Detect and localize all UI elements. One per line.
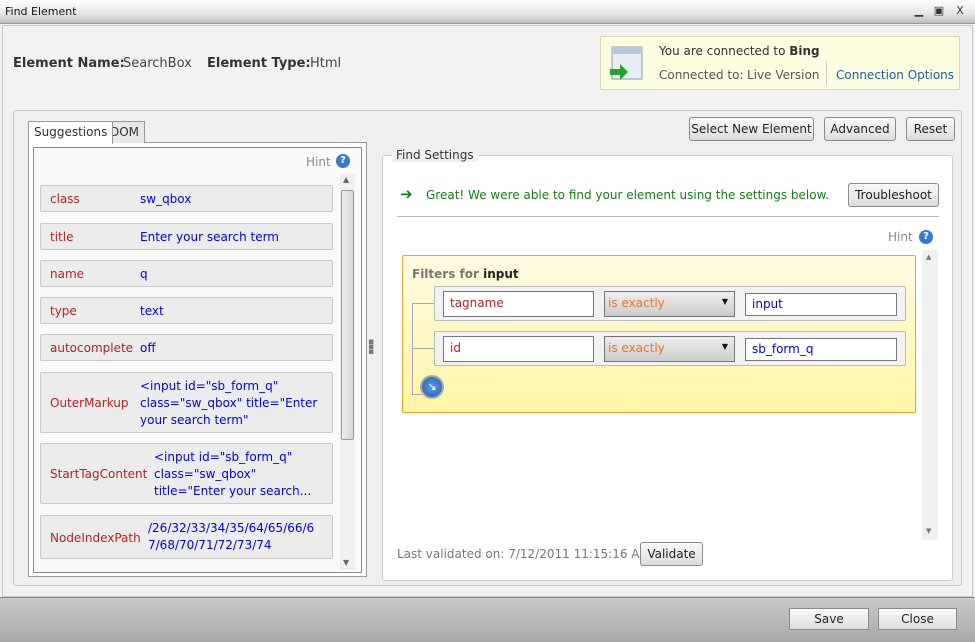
validate-button[interactable]: Validate — [640, 542, 703, 566]
success-arrow-icon: ➔ — [400, 185, 413, 203]
filter-value-input[interactable]: input — [745, 293, 897, 316]
close-button[interactable]: Close — [878, 608, 957, 630]
suggestion-key: title — [50, 230, 74, 244]
tree-line — [412, 303, 413, 395]
suggestion-value: Enter your search term — [140, 230, 279, 244]
filter-operator-select[interactable]: is exactly ▼ — [604, 291, 735, 317]
filter-value-input[interactable]: sb_form_q — [745, 338, 897, 361]
suggestion-key: autocomplete — [50, 341, 134, 355]
element-name-label: Element Name: — [13, 56, 125, 71]
filter-row: id is exactly ▼ sb_form_q — [434, 331, 906, 366]
suggestion-item[interactable]: type text — [40, 297, 333, 324]
connection-panel: You are connected to Bing Connected to: … — [600, 36, 960, 90]
suggestion-value: sw_qbox — [140, 192, 192, 206]
filter-attribute-input[interactable]: id — [443, 336, 594, 362]
filter-operator-value: is exactly — [608, 296, 665, 310]
suggestion-key: StartTagContent — [50, 467, 148, 481]
dropdown-arrow-icon: ▼ — [721, 342, 728, 351]
suggestion-item[interactable]: StartTagContent <input id="sb_form_q" cla… — [40, 443, 333, 504]
filters-target: input — [483, 267, 519, 281]
suggestion-value: <input id="sb_form_q" class="sw_qbox" ti… — [154, 450, 312, 498]
reset-button[interactable]: Reset — [906, 117, 955, 141]
title-bar: Find Element ▁ ▣ X — [0, 0, 975, 24]
suggestion-key: NodeIndexPath — [50, 531, 141, 545]
connected-to-value: Live Version — [747, 68, 820, 82]
filters-prefix: Filters for — [412, 267, 484, 281]
status-message: Great! We were able to find your element… — [426, 188, 830, 202]
advanced-button[interactable]: Advanced — [824, 117, 896, 141]
suggestion-item[interactable]: NodeIndexPath/26/32/33/34/35/64/65/66/67… — [40, 515, 333, 559]
window-title: Find Element — [5, 5, 77, 18]
connection-options-link[interactable]: Connection Options — [836, 68, 954, 82]
tab-suggestions[interactable]: Suggestions — [28, 121, 114, 144]
hint-label: Hint — [888, 230, 913, 244]
connected-site: Bing — [789, 44, 820, 58]
suggestion-key: class — [50, 192, 80, 206]
troubleshoot-button[interactable]: Troubleshoot — [848, 183, 939, 207]
suggestions-list[interactable]: Hint ? class sw_qbox title Enter your sear… — [33, 147, 362, 573]
dropdown-arrow-icon: ▼ — [721, 297, 728, 306]
splitter-grip-icon[interactable]: ▪ ▪ ▪ — [368, 338, 374, 357]
browser-window-icon — [610, 46, 643, 80]
filters-scrollbar[interactable]: ▲ ▼ — [922, 250, 938, 540]
close-icon[interactable]: X — [953, 4, 967, 17]
scroll-up-icon[interactable]: ▲ — [926, 253, 931, 261]
find-settings-title: Find Settings — [392, 148, 478, 162]
last-validated-text: Last validated on: 7/12/2011 11:15:16 AM — [397, 547, 650, 561]
suggestion-value: <input id="sb_form_q" class="sw_qbox" ti… — [140, 379, 318, 427]
suggestion-value: text — [140, 304, 164, 318]
add-filter-icon[interactable]: ↘ — [420, 375, 444, 399]
suggestion-key: type — [50, 304, 77, 318]
divider — [826, 61, 827, 85]
divider — [397, 216, 939, 217]
hint-label: Hint — [306, 155, 331, 169]
scroll-up-icon[interactable]: ▲ — [343, 175, 349, 184]
suggestion-item[interactable]: class sw_qbox — [40, 185, 333, 212]
suggestion-item[interactable]: OuterMarkup <input id="sb_form_q" class="… — [40, 372, 333, 433]
tree-line — [412, 394, 422, 395]
scroll-down-icon[interactable]: ▼ — [343, 558, 349, 567]
maximize-icon[interactable]: ▣ — [932, 4, 946, 17]
connected-to-label: Connected to: — [659, 68, 744, 82]
element-name: SearchBox — [123, 56, 192, 71]
scrollbar-thumb[interactable] — [341, 190, 354, 440]
minimize-icon[interactable]: ▁ — [912, 4, 926, 17]
suggestion-item[interactable]: name q — [40, 260, 333, 287]
help-icon[interactable]: ? — [919, 230, 933, 244]
help-icon[interactable]: ? — [336, 154, 350, 168]
element-type-label: Element Type: — [207, 56, 311, 71]
suggestion-key: name — [50, 267, 85, 281]
tree-line — [412, 348, 434, 349]
filter-operator-select[interactable]: is exactly ▼ — [604, 336, 735, 362]
suggestion-key: OuterMarkup — [50, 396, 129, 410]
select-new-element-button[interactable]: Select New Element — [689, 117, 814, 141]
suggestion-value: off — [140, 341, 156, 355]
suggestion-value: /26/32/33/34/35/64/65/66/67/68/70/71/72/… — [148, 521, 315, 552]
suggestion-item[interactable]: title Enter your search term — [40, 223, 333, 250]
scroll-down-icon[interactable]: ▼ — [926, 527, 931, 535]
filter-attribute-input[interactable]: tagname — [443, 291, 594, 317]
save-button[interactable]: Save — [789, 608, 869, 630]
tree-line — [412, 303, 434, 304]
filter-row: tagname is exactly ▼ input — [434, 286, 906, 321]
suggestion-value: q — [140, 267, 148, 281]
suggestion-item[interactable]: autocomplete off — [40, 334, 333, 361]
connected-prefix: You are connected to — [659, 44, 790, 58]
element-type: Html — [310, 56, 342, 71]
filter-operator-value: is exactly — [608, 341, 665, 355]
